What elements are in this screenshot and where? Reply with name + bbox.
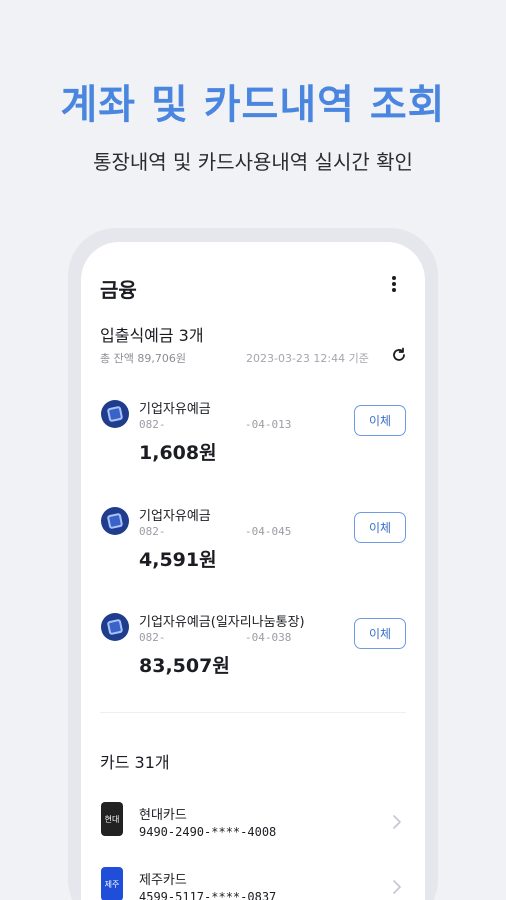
card-row[interactable]: 현대 현대카드 9490-2490-****-4008 (81, 802, 425, 852)
section-divider (100, 712, 406, 713)
cards-title: 카드 31개 (100, 753, 170, 772)
bank-logo-icon (101, 507, 129, 535)
transfer-button[interactable]: 이체 (354, 512, 406, 543)
card-logo-icon: 현대 (101, 802, 123, 836)
transfer-button[interactable]: 이체 (354, 618, 406, 649)
account-balance: 4,591원 (139, 549, 217, 571)
screen-title: 금융 (100, 278, 137, 302)
account-name: 기업자유예금(일자리나눔통장) (139, 615, 305, 630)
transfer-button[interactable]: 이체 (354, 405, 406, 436)
card-name: 제주카드 (139, 873, 187, 888)
account-number: 082- -04-038 (139, 631, 292, 644)
headline: 계좌 및 카드내역 조회 (60, 82, 446, 128)
more-vertical-icon[interactable] (386, 273, 402, 295)
account-row[interactable]: 기업자유예금(일자리나눔통장) 082- -04-038 83,507원 이체 (81, 611, 425, 691)
bank-logo-icon (101, 400, 129, 428)
account-balance: 1,608원 (139, 442, 217, 464)
updated-timestamp: 2023-03-23 12:44 기준 (246, 352, 369, 365)
total-balance: 총 잔액 89,706원 (100, 352, 186, 365)
account-number: 082- -04-013 (139, 418, 292, 431)
subheadline: 통장내역 및 카드사용내역 실시간 확인 (93, 150, 413, 174)
phone-screen: 금융 입출식예금 3개 총 잔액 89,706원 2023-03-23 12:4… (81, 242, 425, 900)
card-number: 9490-2490-****-4008 (139, 825, 277, 839)
account-balance: 83,507원 (139, 655, 230, 677)
account-name: 기업자유예금 (139, 509, 211, 524)
account-name: 기업자유예금 (139, 402, 211, 417)
card-name: 현대카드 (139, 808, 187, 823)
chevron-right-icon (393, 880, 401, 894)
account-row[interactable]: 기업자유예금 082- -04-045 4,591원 이체 (81, 505, 425, 585)
account-row[interactable]: 기업자유예금 082- -04-013 1,608원 이체 (81, 398, 425, 478)
card-number: 4599-5117-****-0837 (139, 890, 277, 900)
bank-logo-icon (101, 613, 129, 641)
card-logo-icon: 제주 (101, 867, 123, 900)
card-row[interactable]: 제주 제주카드 4599-5117-****-0837 (81, 867, 425, 900)
refresh-icon[interactable] (390, 346, 408, 364)
chevron-right-icon (393, 815, 401, 829)
account-number: 082- -04-045 (139, 525, 292, 538)
deposits-title: 입출식예금 3개 (100, 326, 204, 345)
